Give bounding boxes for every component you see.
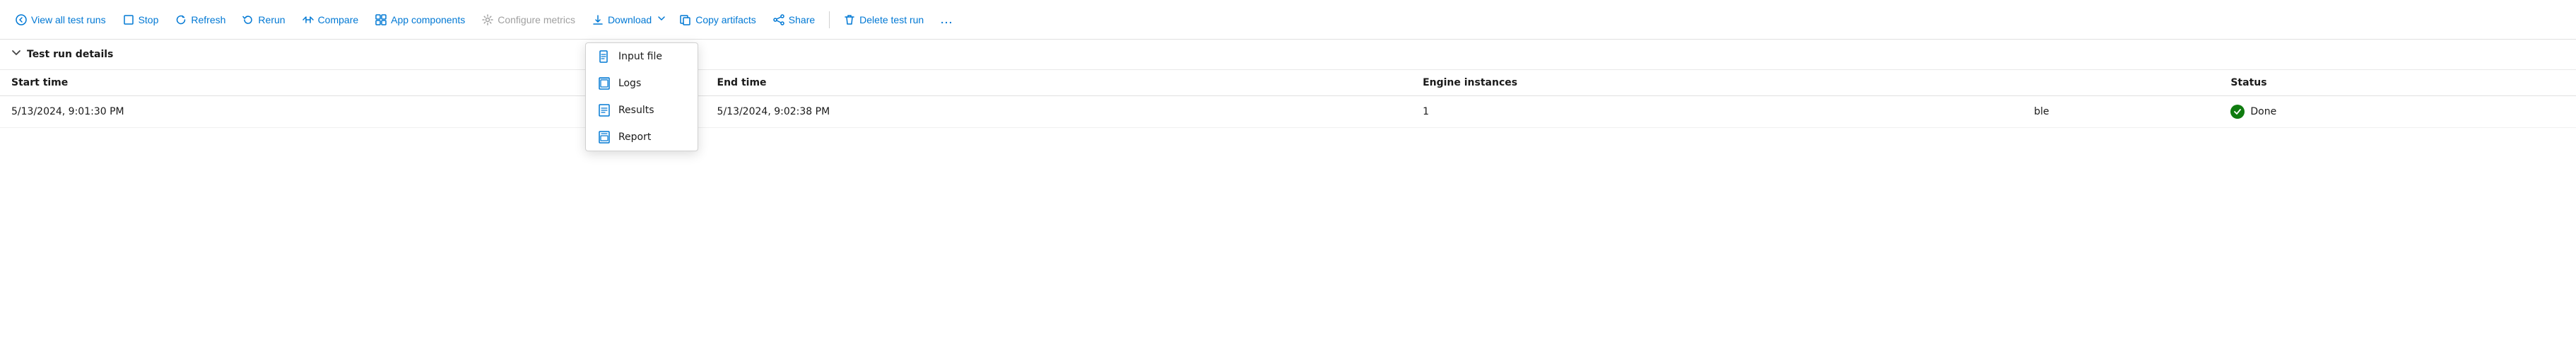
dropdown-item-report[interactable]: Report	[586, 124, 698, 151]
back-icon	[16, 14, 27, 25]
status-done-icon	[2230, 105, 2245, 119]
dropdown-item-input-file[interactable]: Input file	[586, 43, 698, 70]
toolbar-separator	[829, 11, 830, 28]
rerun-icon	[242, 14, 254, 25]
dropdown-item-logs-label: Logs	[618, 78, 641, 89]
end-time-cell: 5/13/2024, 9:02:38 PM	[706, 96, 1412, 128]
chevron-down-icon	[656, 13, 667, 26]
section-toggle[interactable]	[11, 48, 21, 61]
download-dropdown-menu: Input file Logs Results Report	[585, 42, 698, 151]
col-status: Status	[2219, 70, 2576, 96]
report-icon	[597, 131, 611, 144]
col-end-time: End time	[706, 70, 1412, 96]
view-all-label: View all test runs	[31, 14, 106, 25]
logs-icon	[597, 77, 611, 90]
download-dropdown-button[interactable]	[653, 8, 670, 30]
rerun-label: Rerun	[258, 14, 285, 25]
view-all-button[interactable]: View all test runs	[8, 10, 113, 30]
refresh-icon	[175, 14, 187, 25]
dropdown-item-results[interactable]: Results	[586, 97, 698, 124]
download-icon	[592, 14, 604, 25]
share-label: Share	[789, 14, 815, 25]
dropdown-item-logs[interactable]: Logs	[586, 70, 698, 97]
test-run-table: Start time End time Engine instances Sta…	[0, 70, 2576, 128]
toolbar: View all test runs Stop Refresh Rerun Co…	[0, 0, 2576, 40]
configure-metrics-icon	[482, 14, 493, 25]
app-components-icon	[375, 14, 387, 25]
refresh-label: Refresh	[191, 14, 225, 25]
col-engine-instances: Engine instances	[1411, 70, 2023, 96]
content-area: Test run details Start time End time Eng…	[0, 40, 2576, 128]
delete-test-run-label: Delete test run	[859, 14, 924, 25]
compare-button[interactable]: Compare	[295, 10, 366, 30]
download-group: Download Input file Logs	[585, 8, 670, 30]
compare-icon	[302, 14, 314, 25]
download-button[interactable]: Download	[585, 10, 653, 30]
download-label: Download	[608, 14, 652, 25]
stop-button[interactable]: Stop	[116, 10, 166, 30]
more-label: ...	[941, 14, 953, 25]
share-button[interactable]: Share	[766, 10, 822, 30]
delete-icon	[844, 14, 855, 25]
col-empty	[2023, 70, 2219, 96]
share-icon	[773, 14, 784, 25]
partial-cell: ble	[2023, 96, 2219, 128]
table-row: 5/13/2024, 9:01:30 PM 5/13/2024, 9:02:38…	[0, 96, 2576, 128]
compare-label: Compare	[318, 14, 359, 25]
copy-artifacts-icon	[680, 14, 691, 25]
engine-instances-cell: 1	[1411, 96, 2023, 128]
refresh-button[interactable]: Refresh	[168, 10, 233, 30]
section-header: Test run details	[0, 40, 2576, 70]
dropdown-item-results-label: Results	[618, 105, 654, 116]
results-icon	[597, 104, 611, 117]
rerun-button[interactable]: Rerun	[235, 10, 292, 30]
configure-metrics-label: Configure metrics	[498, 14, 575, 25]
copy-artifacts-label: Copy artifacts	[695, 14, 756, 25]
configure-metrics-button[interactable]: Configure metrics	[475, 10, 582, 30]
status-label: Done	[2250, 106, 2276, 117]
stop-icon	[123, 14, 134, 25]
more-button[interactable]: ...	[934, 10, 960, 30]
dropdown-item-input-file-label: Input file	[618, 51, 662, 62]
input-file-icon	[597, 50, 611, 63]
dropdown-item-report-label: Report	[618, 132, 651, 143]
status-cell: Done	[2219, 96, 2576, 128]
app-components-label: App components	[391, 14, 465, 25]
delete-test-run-button[interactable]: Delete test run	[837, 10, 931, 30]
app-components-button[interactable]: App components	[368, 10, 472, 30]
section-title: Test run details	[27, 49, 113, 60]
copy-artifacts-button[interactable]: Copy artifacts	[673, 10, 763, 30]
stop-label: Stop	[139, 14, 159, 25]
